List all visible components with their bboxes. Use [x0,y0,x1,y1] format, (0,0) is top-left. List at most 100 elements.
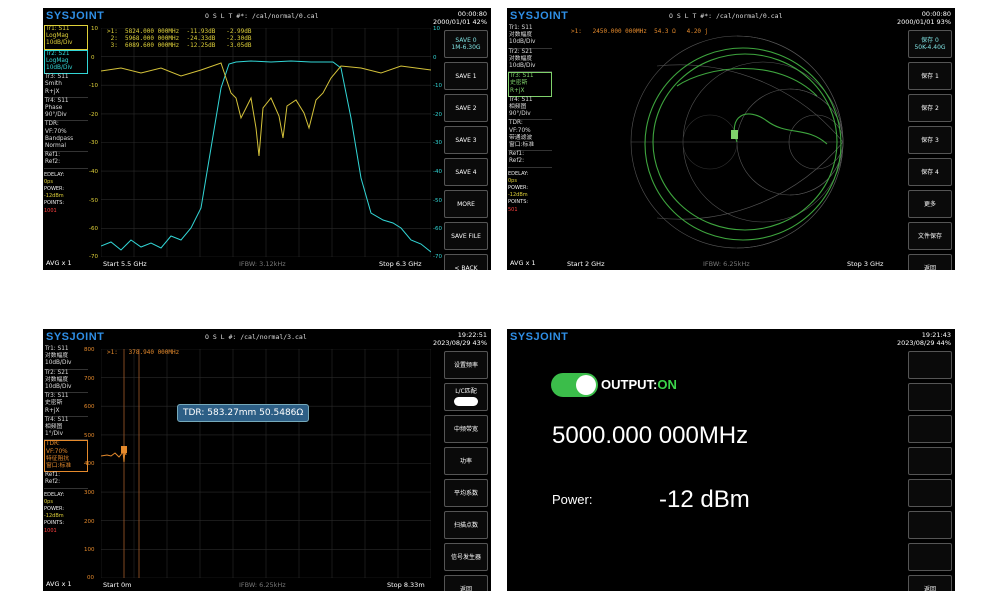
softkey-6[interactable] [908,511,952,539]
avg-label: AVG x 1 [46,580,72,588]
trace-2-box[interactable]: Tr2: S21 LogMag 10dB/Div [44,49,88,75]
points-label: POINTS: [44,520,65,527]
save-file-button[interactable]: 文件保存 [908,222,952,250]
save-file-button[interactable]: SAVE FILE [444,222,488,250]
signal-generator-button[interactable]: 信号发生器 [444,543,488,571]
trace-4-box[interactable]: Tr4: S11 Phase 90°/Div [44,98,88,122]
edelay-value: 0ps [44,178,53,185]
trace-3-format: Smith [45,81,62,88]
y-tick: -60 [89,226,98,232]
power-button[interactable]: 功率 [444,447,488,475]
battery-label: 44% [936,339,951,347]
lc-match-toggle[interactable] [454,397,478,406]
tdr-box[interactable]: TDR: VF:70% Bandpass Normal [44,121,88,153]
trace-3-box[interactable]: Tr3: S11 史密斯 R+jX [44,393,88,417]
marker-readout: >1: 5824.000 000MHz -11.93dB -2.99dB 2: … [107,28,252,49]
tdr-box[interactable]: TDR: VF:70% 带通滤波 窗口:标准 [508,120,552,152]
softkey-4[interactable] [908,447,952,475]
set-frequency-button[interactable]: 设置频率 [444,351,488,379]
save-4-button[interactable]: 保存 4 [908,158,952,186]
tdr-title: TDR: [509,120,523,127]
date-label: 2023/08/29 [433,339,471,347]
trace-1-box[interactable]: Tr1: S11 对数幅度 10dB/Div [508,25,552,49]
tdr-plot[interactable] [101,349,431,578]
tdr-vf: VF:70% [46,448,68,455]
back-button[interactable]: 返回 [444,575,488,591]
tdr-window: 窗口:标准 [509,142,535,149]
softkey-7[interactable] [908,543,952,571]
status-clock: 19:22:51 2023/08/29 43% [433,331,487,347]
smith-chart[interactable] [617,26,857,258]
save-3-button[interactable]: 保存 3 [908,126,952,154]
average-button[interactable]: 平均系数 [444,479,488,507]
more-button[interactable]: 更多 [908,190,952,218]
trace-3-scale: R+jX [45,88,60,95]
back-button[interactable]: 返回 [908,254,952,270]
trace-1-format: 对数幅度 [45,353,69,360]
points-value: 501 [508,206,518,213]
y-tick: 800 [84,347,95,353]
trace-sidebar: Tr1: S11 对数幅度 10dB/Div Tr2: S21 对数幅度 10d… [508,25,552,214]
trace-1-box[interactable]: Tr1: S11 LogMag 10dB/Div [44,25,88,50]
edelay-label: EDELAY: [508,170,529,177]
trace-3-name: Tr3: S11 [45,74,69,81]
y-tick: -40 [433,169,442,175]
edelay-block: EDELAY: 0ps POWER: -12dBm POINTS: 1001 [44,172,88,215]
save-0-button[interactable]: 保存 0 50K-4.40G [908,30,952,58]
output-toggle[interactable] [551,373,598,397]
lc-match-button[interactable]: L/C匹配 [444,383,488,411]
y-tick: -50 [433,198,442,204]
cal-file-label: O S L #: /cal/normal/3.cal [205,333,307,341]
trace-3-box[interactable]: Tr3: S11 Smith R+jX [44,74,88,98]
more-button[interactable]: MORE [444,190,488,218]
trace-4-box[interactable]: Tr4: S11 相频图 90°/Div [508,97,552,121]
power-label: POWER: [44,506,65,513]
softkey-2[interactable] [908,383,952,411]
trace-2-box[interactable]: Tr2: S21 对数幅度 10dB/Div [508,49,552,73]
ref-box[interactable]: Ref1: Ref2: [44,152,88,169]
stop-label: Stop 6.3 GHz [379,260,422,268]
softkey-1[interactable] [908,351,952,379]
if-bandwidth-button[interactable]: 中频带宽 [444,415,488,443]
logmag-plot[interactable] [101,28,431,257]
lc-match-label: L/C匹配 [455,388,477,395]
save-2-button[interactable]: SAVE 2 [444,94,488,122]
trace-4-name: Tr4: S11 [509,96,533,103]
power-label: POWER: [508,185,529,192]
trace-1-format: 对数幅度 [509,32,533,39]
save-4-button[interactable]: SAVE 4 [444,158,488,186]
y-tick: 200 [84,519,95,525]
back-button[interactable]: < BACK [444,254,488,270]
save-0-button[interactable]: SAVE 0 1M-6.30G [444,30,488,58]
ifbw-label: IFBW: 6.25kHz [703,260,750,268]
toggle-knob [576,375,596,395]
ref1-label: Ref1: [45,152,61,159]
trace-4-scale: 1°/Div [45,431,64,438]
status-clock: 19:21:43 2023/08/29 44% [897,331,951,347]
ref-box[interactable]: Ref1: Ref2: [508,151,552,168]
trace-1-scale: 10dB/Div [509,39,536,46]
trace-2-box[interactable]: Tr2: S21 对数幅度 10dB/Div [44,370,88,394]
back-button[interactable]: 返回 [908,575,952,591]
brand-logo: SYSJOINT [46,10,105,22]
save-1-button[interactable]: 保存 1 [908,62,952,90]
ref-box[interactable]: Ref1: Ref2: [44,472,88,489]
sweep-points-button[interactable]: 扫描点数 [444,511,488,539]
cal-file-label: O S L T #*: /cal/normal/0.cal [669,12,783,20]
avg-label: AVG x 1 [46,259,72,267]
y-tick: 00 [87,575,94,581]
softkey-menu: 设置频率 L/C匹配 中频带宽 功率 平均系数 扫描点数 信号发生器 返回 [444,351,488,591]
brand-logo: SYSJOINT [510,331,569,343]
power-value[interactable]: -12 dBm [659,486,750,514]
tdr-box[interactable]: TDR: VF:70% 特征阻抗 窗口:标准 [44,440,88,473]
save-2-button[interactable]: 保存 2 [908,94,952,122]
trace-4-box[interactable]: Tr4: S11 相频图 1°/Div [44,417,88,441]
save-1-button[interactable]: SAVE 1 [444,62,488,90]
save-3-button[interactable]: SAVE 3 [444,126,488,154]
softkey-3[interactable] [908,415,952,443]
trace-3-box[interactable]: Tr3: S11 史密斯 R+jX [508,72,552,97]
trace-sidebar: Tr1: S11 对数幅度 10dB/Div Tr2: S21 对数幅度 10d… [44,346,88,535]
softkey-5[interactable] [908,479,952,507]
trace-1-box[interactable]: Tr1: S11 对数幅度 10dB/Div [44,346,88,370]
frequency-display[interactable]: 5000.000 000MHz [552,422,748,450]
